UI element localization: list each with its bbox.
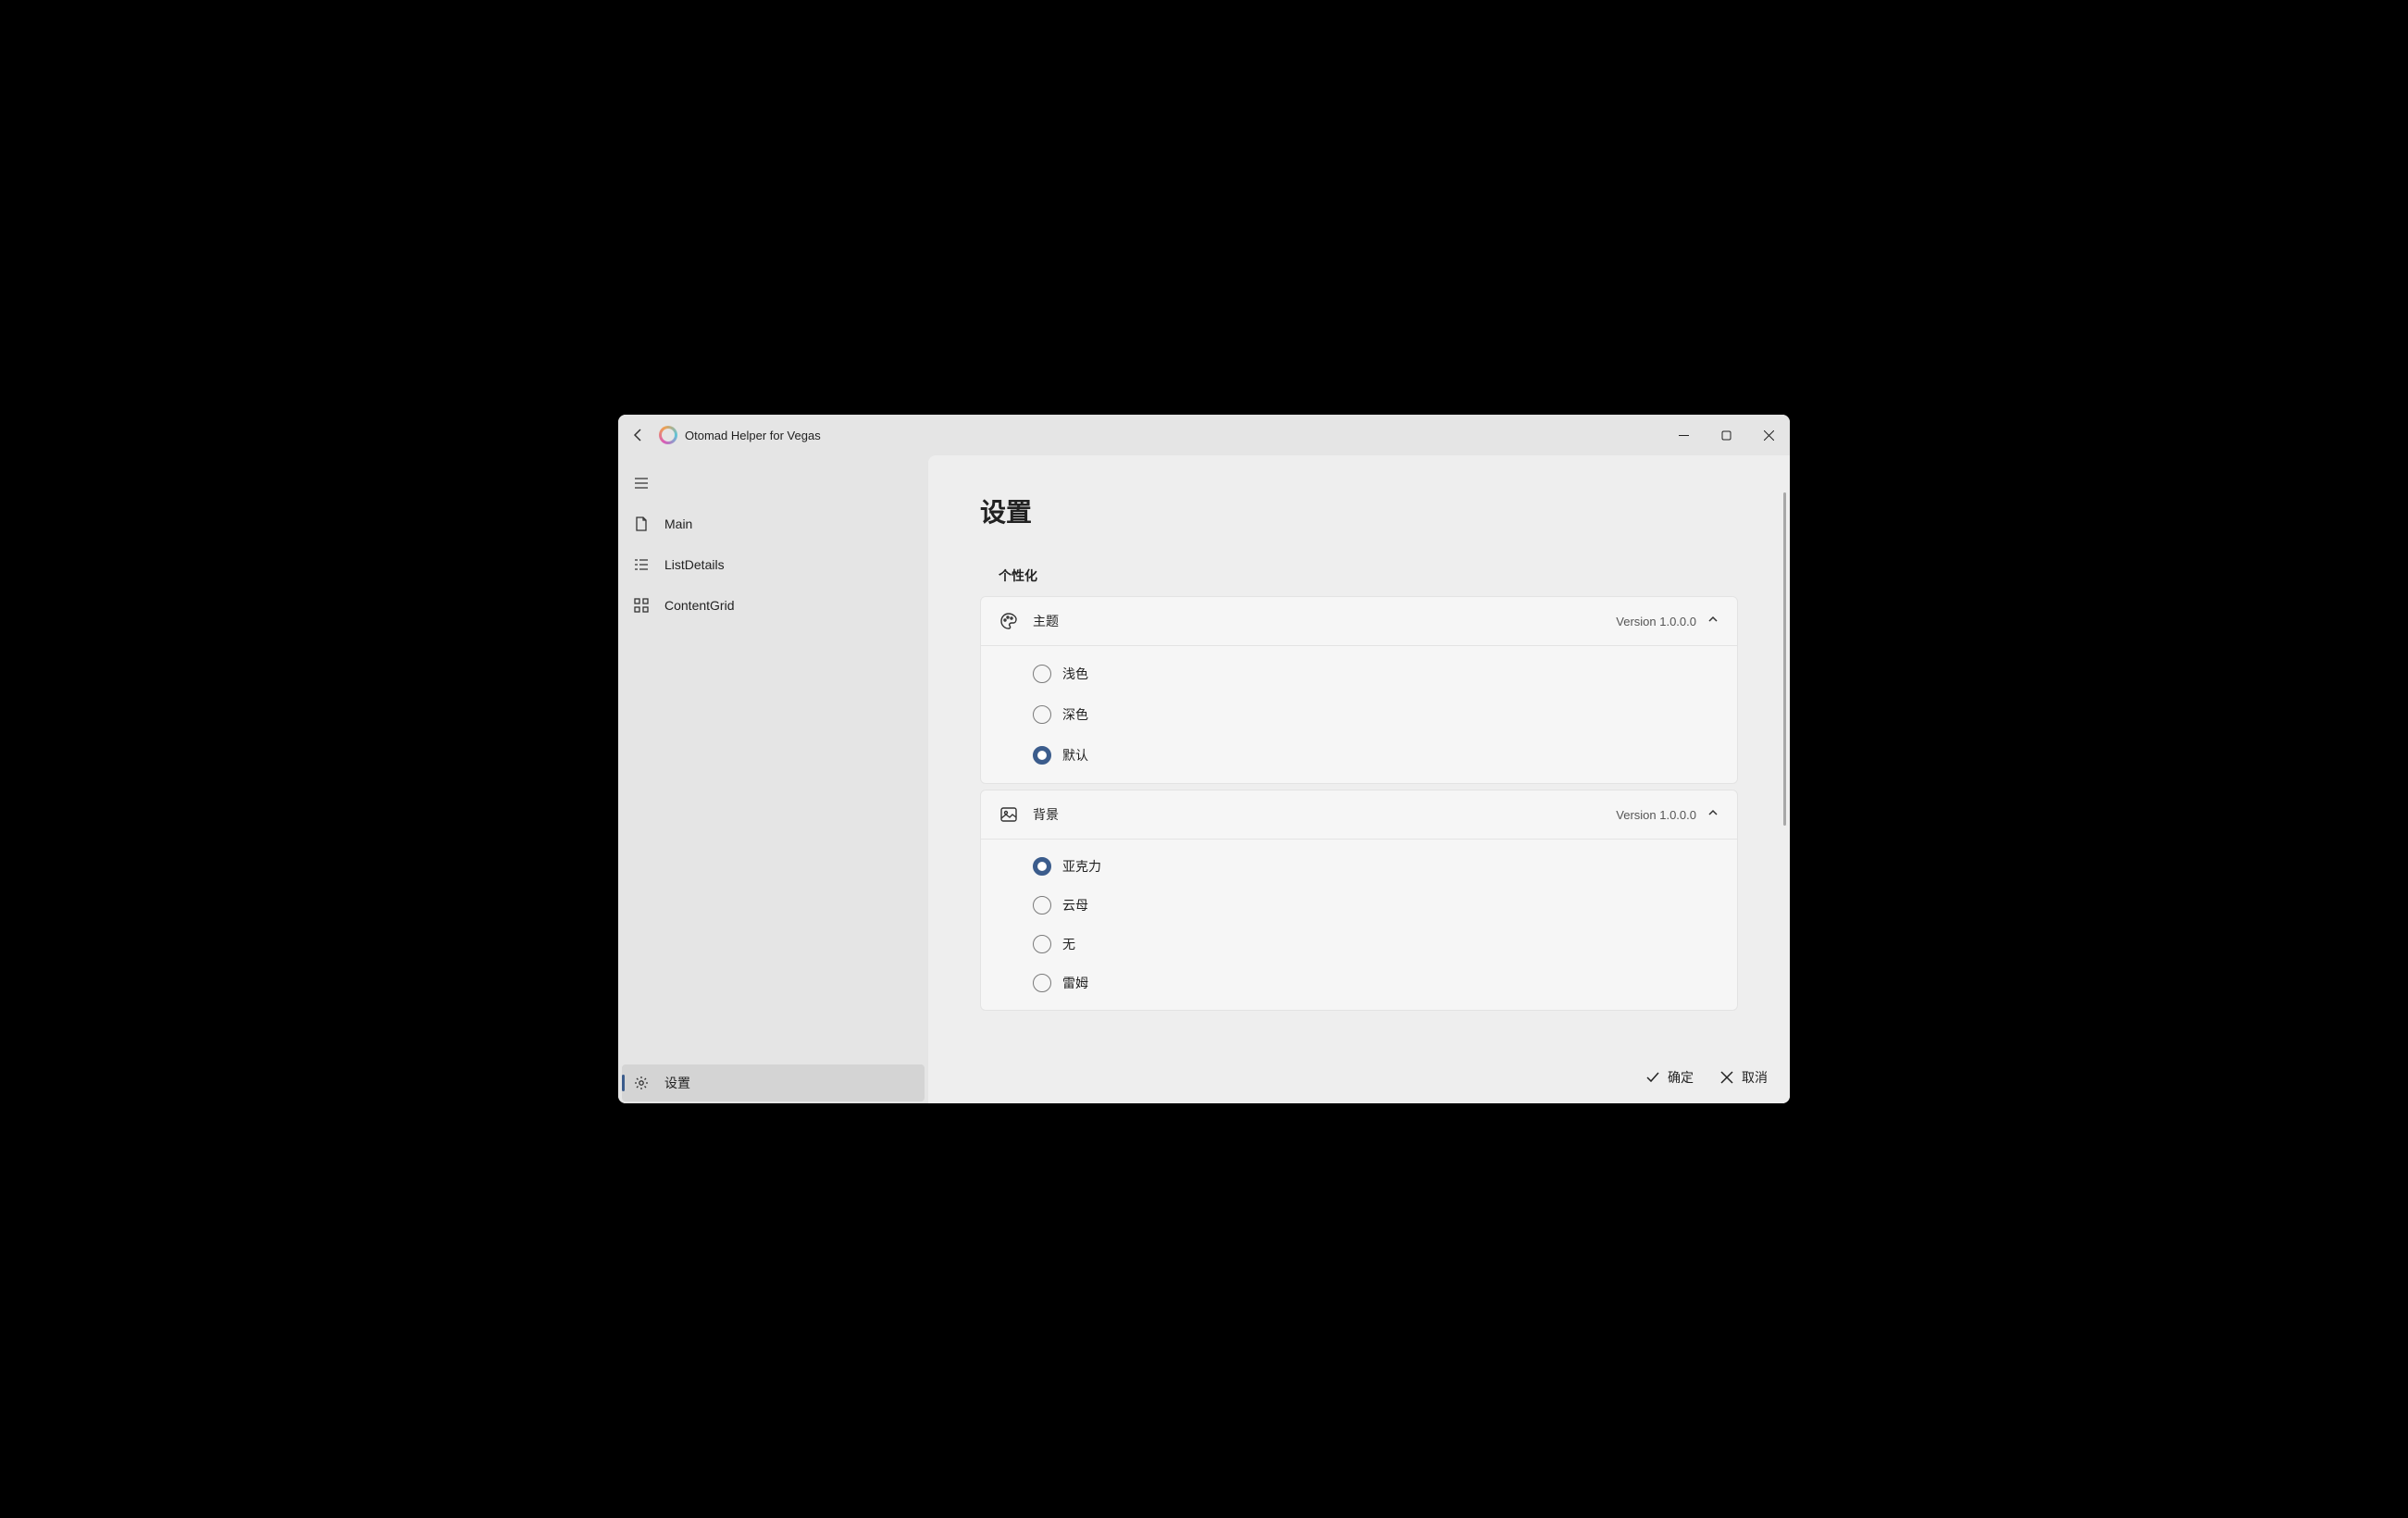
cancel-label: 取消 — [1742, 1068, 1768, 1087]
card-theme-meta: Version 1.0.0.0 — [1616, 615, 1696, 628]
scrollbar[interactable] — [1783, 492, 1786, 826]
radio-indicator — [1033, 705, 1051, 724]
maximize-button[interactable] — [1705, 415, 1747, 455]
radio-label: 云母 — [1062, 896, 1088, 915]
radio-theme-dark[interactable]: 深色 — [981, 694, 1737, 735]
card-background: 背景 Version 1.0.0.0 亚克力 云母 — [980, 790, 1738, 1011]
back-button[interactable] — [618, 415, 659, 455]
radio-indicator — [1033, 935, 1051, 953]
radio-label: 深色 — [1062, 705, 1088, 724]
grid-icon — [633, 597, 650, 614]
section-personalization: 个性化 — [999, 566, 1738, 585]
radio-theme-default[interactable]: 默认 — [981, 735, 1737, 776]
close-button[interactable] — [1747, 415, 1790, 455]
title-bar: Otomad Helper for Vegas — [618, 415, 1790, 455]
cancel-button[interactable]: 取消 — [1719, 1068, 1768, 1087]
radio-bg-rem[interactable]: 雷姆 — [981, 964, 1737, 1002]
radio-label: 默认 — [1062, 746, 1088, 765]
sidebar-item-contentgrid[interactable]: ContentGrid — [622, 587, 925, 624]
hamburger-toggle[interactable] — [622, 465, 925, 502]
image-icon — [999, 805, 1018, 824]
radio-bg-acrylic[interactable]: 亚克力 — [981, 847, 1737, 886]
palette-icon — [999, 612, 1018, 630]
content-area: 设置 个性化 主题 Version 1.0.0.0 — [928, 455, 1790, 1103]
card-background-body: 亚克力 云母 无 雷姆 — [981, 839, 1737, 1010]
card-theme-body: 浅色 深色 默认 — [981, 645, 1737, 783]
footer-bar: 确定 取消 — [928, 1051, 1790, 1103]
radio-theme-light[interactable]: 浅色 — [981, 653, 1737, 694]
chevron-up-icon — [1707, 806, 1719, 823]
radio-label: 无 — [1062, 935, 1075, 953]
close-icon — [1764, 430, 1774, 441]
page-icon — [633, 516, 650, 532]
card-theme-title: 主题 — [1033, 612, 1059, 630]
radio-bg-mica[interactable]: 云母 — [981, 886, 1737, 925]
card-theme: 主题 Version 1.0.0.0 浅色 深色 — [980, 596, 1738, 784]
maximize-icon — [1721, 430, 1732, 441]
sidebar: Main ListDetails ContentGrid 设置 — [618, 455, 928, 1103]
card-background-title: 背景 — [1033, 805, 1059, 824]
card-background-header[interactable]: 背景 Version 1.0.0.0 — [981, 790, 1737, 839]
radio-label: 亚克力 — [1062, 857, 1101, 876]
radio-bg-none[interactable]: 无 — [981, 925, 1737, 964]
radio-indicator — [1033, 857, 1051, 876]
radio-indicator — [1033, 746, 1051, 765]
card-background-meta: Version 1.0.0.0 — [1616, 808, 1696, 822]
card-theme-header[interactable]: 主题 Version 1.0.0.0 — [981, 597, 1737, 645]
ok-button[interactable]: 确定 — [1645, 1068, 1694, 1087]
gear-icon — [633, 1075, 650, 1091]
sidebar-item-main[interactable]: Main — [622, 505, 925, 542]
window-body: Main ListDetails ContentGrid 设置 — [618, 455, 1790, 1103]
caption-buttons — [1662, 415, 1790, 455]
list-icon — [633, 556, 650, 573]
minimize-icon — [1679, 430, 1689, 441]
sidebar-item-label: Main — [664, 516, 692, 531]
radio-indicator — [1033, 665, 1051, 683]
radio-indicator — [1033, 974, 1051, 992]
page-title: 设置 — [980, 492, 1738, 529]
hamburger-icon — [633, 475, 650, 491]
minimize-button[interactable] — [1662, 415, 1705, 455]
app-window: Otomad Helper for Vegas — [618, 415, 1790, 1103]
sidebar-item-label: 设置 — [664, 1074, 690, 1092]
sidebar-item-settings[interactable]: 设置 — [622, 1064, 925, 1101]
sidebar-item-listdetails[interactable]: ListDetails — [622, 546, 925, 583]
check-icon — [1645, 1070, 1660, 1085]
app-icon — [659, 426, 677, 444]
chevron-up-icon — [1707, 613, 1719, 629]
content-scroll[interactable]: 设置 个性化 主题 Version 1.0.0.0 — [928, 455, 1790, 1051]
radio-indicator — [1033, 896, 1051, 915]
x-icon — [1719, 1070, 1734, 1085]
ok-label: 确定 — [1668, 1068, 1694, 1087]
arrow-left-icon — [631, 428, 646, 442]
radio-label: 浅色 — [1062, 665, 1088, 683]
radio-label: 雷姆 — [1062, 974, 1088, 992]
app-title: Otomad Helper for Vegas — [685, 429, 821, 442]
sidebar-item-label: ContentGrid — [664, 598, 734, 613]
sidebar-item-label: ListDetails — [664, 557, 725, 572]
